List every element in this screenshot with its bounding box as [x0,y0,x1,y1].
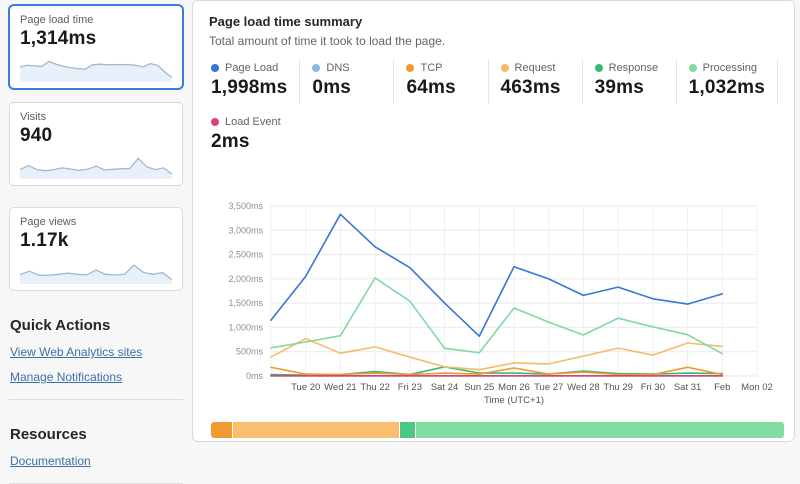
svg-text:Mon 26: Mon 26 [498,382,530,393]
svg-text:Tue 20: Tue 20 [291,382,320,393]
distribution-segment-request [233,422,399,438]
metric-tile-processing[interactable]: Processing 1,032ms [676,59,778,104]
metrics-row-2: Load Event 2ms [209,113,778,158]
sparkline-chart [20,149,172,179]
svg-text:Wed 28: Wed 28 [567,382,600,393]
svg-text:Fri 30: Fri 30 [641,382,665,393]
svg-text:Fri 23: Fri 23 [398,382,422,393]
svg-text:Feb: Feb [714,382,730,393]
page-load-legend-dot-icon [211,64,219,72]
metric-value: 0ms [312,77,381,99]
metric-label: Request [515,62,556,74]
resources-heading: Resources [10,426,182,443]
link-view-web-analytics-sites[interactable]: View Web Analytics sites [10,345,182,359]
page-load-time-summary-panel: Page load time summary Total amount of t… [192,0,795,442]
stat-card-page-views[interactable]: Page views 1.17k [9,207,183,291]
page-load-time-line-chart: 0ms 500ms 1,000ms 1,500ms 2,000ms 2,500ms 3,00… [209,196,779,408]
metric-value: 1,032ms [689,77,765,99]
sparkline-chart [20,254,172,284]
svg-text:Sat 31: Sat 31 [674,382,701,393]
metric-label: Response [609,62,659,74]
metric-label: Load Event [225,116,281,128]
distribution-segment-processing [416,422,784,438]
metric-value: 1,998ms [211,77,287,99]
dns-legend-dot-icon [312,64,320,72]
svg-text:2,500ms: 2,500ms [228,250,263,260]
load-time-distribution-bar [211,422,784,438]
metric-tile-response[interactable]: Response 39ms [582,59,676,104]
stat-card-visits[interactable]: Visits 940 [9,102,183,186]
metric-value: 39ms [595,77,664,99]
metric-tile-load-event[interactable]: Load Event 2ms [209,113,306,158]
stat-card-value: 940 [20,125,172,147]
metric-label: TCP [420,62,442,74]
svg-text:Thu 22: Thu 22 [360,382,390,393]
tcp-legend-dot-icon [406,64,414,72]
metric-tile-dns[interactable]: DNS 0ms [299,59,393,104]
svg-text:Mon 02: Mon 02 [741,382,773,393]
svg-text:0ms: 0ms [246,371,264,381]
svg-text:2,000ms: 2,000ms [228,274,263,284]
panel-title: Page load time summary [209,14,778,29]
svg-text:Sun 25: Sun 25 [464,382,494,393]
svg-text:Tue 27: Tue 27 [534,382,563,393]
stat-card-page-load-time[interactable]: Page load time 1,314ms [9,5,183,89]
sidebar: Page load time 1,314ms Visits 940 Page v… [0,0,192,442]
metric-value: 463ms [501,77,570,99]
link-manage-notifications[interactable]: Manage Notifications [10,370,182,384]
metric-value: 2ms [211,131,294,153]
svg-text:500ms: 500ms [236,347,264,357]
line-chart-container: 0ms 500ms 1,000ms 1,500ms 2,000ms 2,500ms 3,00… [209,196,778,413]
request-legend-dot-icon [501,64,509,72]
stat-card-label: Page views [20,216,172,228]
svg-text:Wed 21: Wed 21 [324,382,357,393]
sidebar-divider [9,399,183,400]
metric-tile-request[interactable]: Request 463ms [488,59,582,104]
sparkline-chart [20,52,172,82]
stat-card-label: Page load time [20,14,172,26]
metric-value: 64ms [406,77,475,99]
metric-label: DNS [326,62,349,74]
svg-text:Thu 29: Thu 29 [603,382,633,393]
stat-card-label: Visits [20,111,172,123]
link-documentation[interactable]: Documentation [10,454,182,468]
stat-card-value: 1,314ms [20,28,172,50]
response-legend-dot-icon [595,64,603,72]
svg-text:1,500ms: 1,500ms [228,298,263,308]
svg-text:3,500ms: 3,500ms [228,201,263,211]
svg-text:1,000ms: 1,000ms [228,322,263,332]
svg-text:Time (UTC+1): Time (UTC+1) [484,395,544,406]
metric-tile-tcp[interactable]: TCP 64ms [393,59,487,104]
processing-legend-dot-icon [689,64,697,72]
panel-subtitle: Total amount of time it took to load the… [209,34,778,48]
svg-text:Sat 24: Sat 24 [431,382,458,393]
load-event-legend-dot-icon [211,118,219,126]
metric-label: Processing [703,62,757,74]
svg-text:3,000ms: 3,000ms [228,225,263,235]
distribution-segment-response [400,422,415,438]
metric-tile-page-load[interactable]: Page Load 1,998ms [209,59,299,104]
metrics-row: Page Load 1,998ms DNS 0ms TCP 64ms Reque… [209,59,778,104]
quick-actions-heading: Quick Actions [10,317,182,334]
metric-label: Page Load [225,62,278,74]
stat-card-value: 1.17k [20,230,172,252]
distribution-segment-tcp [211,422,232,438]
